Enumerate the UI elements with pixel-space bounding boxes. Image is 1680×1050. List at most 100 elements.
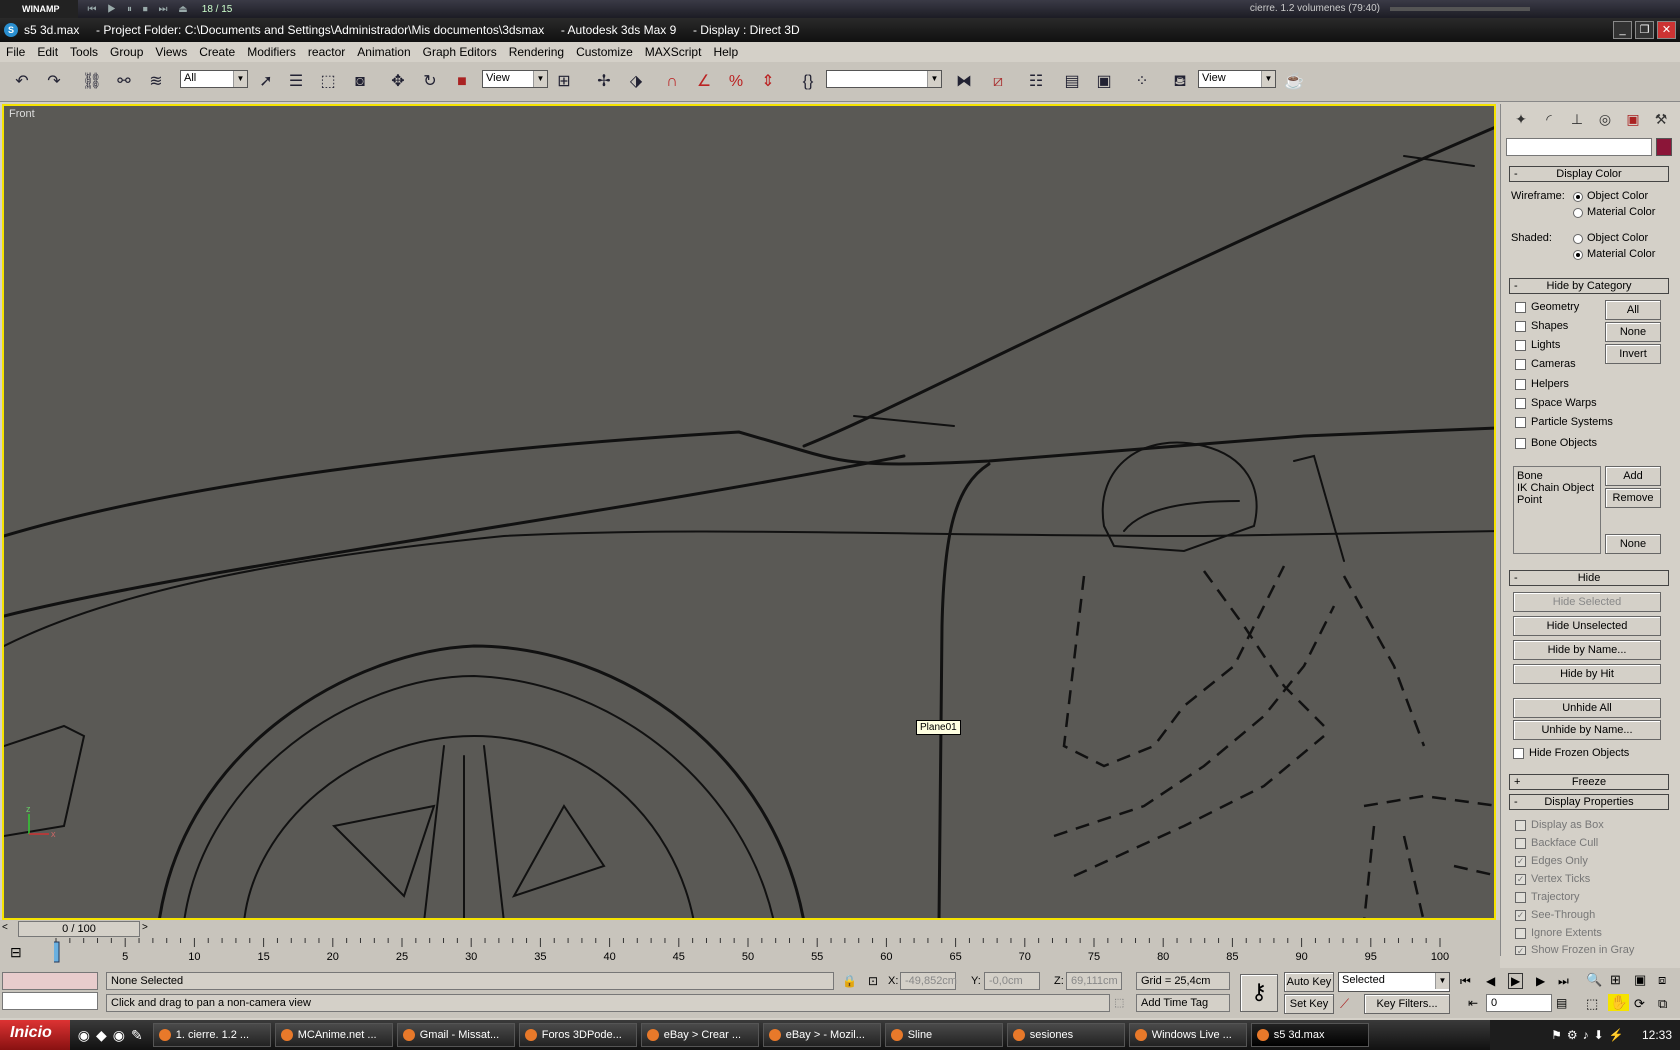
set-key-button[interactable]: Set Key: [1284, 994, 1334, 1014]
quick-render-teapot-icon[interactable]: ☕: [1282, 70, 1306, 94]
region-zoom-icon[interactable]: ⬚: [1586, 996, 1598, 1012]
object-color-swatch[interactable]: [1656, 138, 1672, 156]
hide-by-category-rollout[interactable]: - Hide by Category: [1509, 278, 1669, 294]
category-list[interactable]: Bone IK Chain Object Point: [1513, 466, 1601, 554]
menu-customize[interactable]: Customize: [570, 45, 639, 59]
hierarchy-tab-icon[interactable]: ⊥: [1565, 108, 1589, 130]
frame-ruler[interactable]: 0510152025303540455055606570758085909510…: [54, 938, 1494, 968]
select-by-name-icon[interactable]: ☰: [284, 70, 308, 94]
trajectory-checkbox[interactable]: [1515, 892, 1526, 903]
menu-maxscript[interactable]: MAXScript: [639, 45, 708, 59]
menu-tools[interactable]: Tools: [64, 45, 104, 59]
motion-tab-icon[interactable]: ◎: [1593, 108, 1617, 130]
list-item[interactable]: IK Chain Object: [1517, 482, 1597, 494]
hide-frozen-checkbox[interactable]: [1513, 748, 1524, 759]
taskbar-item[interactable]: MCAnime.net ...: [274, 1023, 393, 1047]
select-and-rotate-icon[interactable]: ↻: [418, 70, 442, 94]
zoom-extents-all-icon[interactable]: ⧈: [1658, 972, 1666, 988]
material-editor-icon[interactable]: ⁘: [1130, 70, 1154, 94]
taskbar-item-active[interactable]: s5 3d.max: [1250, 1023, 1369, 1047]
slider-next-icon[interactable]: >: [142, 922, 154, 936]
menu-file[interactable]: File: [0, 45, 31, 59]
shapes-checkbox[interactable]: [1515, 321, 1526, 332]
none-list-button[interactable]: None: [1605, 534, 1661, 554]
winamp-seek-bar[interactable]: [1390, 7, 1530, 11]
space-warps-checkbox[interactable]: [1515, 398, 1526, 409]
menu-reactor[interactable]: reactor: [302, 45, 351, 59]
go-to-end-icon[interactable]: ⏭: [1558, 974, 1569, 989]
unlink-icon[interactable]: ⚯: [112, 70, 136, 94]
angle-snap-icon[interactable]: ∠: [692, 70, 716, 94]
taskbar-item[interactable]: Windows Live ...: [1128, 1023, 1247, 1047]
display-as-box-checkbox[interactable]: [1515, 820, 1526, 831]
all-button[interactable]: All: [1605, 300, 1661, 320]
maximize-viewport-icon[interactable]: ⧉: [1658, 996, 1667, 1012]
close-button[interactable]: ✕: [1657, 21, 1676, 39]
lights-checkbox[interactable]: [1515, 340, 1526, 351]
ignore-extents-checkbox[interactable]: [1515, 928, 1526, 939]
minimize-button[interactable]: _: [1613, 21, 1632, 39]
undo-icon[interactable]: ↶: [10, 70, 34, 94]
render-view-dropdown[interactable]: View ▼: [1198, 70, 1276, 88]
edges-only-checkbox[interactable]: ✓: [1515, 856, 1526, 867]
next-frame-icon[interactable]: ▶: [1536, 974, 1545, 988]
object-name-field[interactable]: [1506, 138, 1652, 156]
hide-selected-button[interactable]: Hide Selected: [1513, 592, 1661, 612]
modify-tab-icon[interactable]: ◜: [1537, 108, 1561, 130]
edit-named-selection-icon[interactable]: {}: [796, 70, 820, 94]
menu-create[interactable]: Create: [193, 45, 241, 59]
add-button[interactable]: Add: [1605, 466, 1661, 486]
create-tab-icon[interactable]: ✦: [1509, 108, 1533, 130]
align-icon[interactable]: ⧄: [986, 70, 1010, 94]
pan-hand-icon[interactable]: ✋: [1608, 994, 1630, 1011]
menu-edit[interactable]: Edit: [31, 45, 64, 59]
key-filters-button[interactable]: Key Filters...: [1364, 994, 1450, 1014]
select-and-move-icon[interactable]: ✥: [386, 70, 410, 94]
tray-icons[interactable]: ⚑⚙♪⬇⚡: [1551, 1028, 1629, 1042]
x-coordinate-field[interactable]: -49,852cm: [900, 972, 957, 990]
unhide-by-name-button[interactable]: Unhide by Name...: [1513, 720, 1661, 740]
spinner-snap-icon[interactable]: ⇕: [756, 70, 780, 94]
schematic-view-icon[interactable]: ▣: [1092, 70, 1116, 94]
taskbar-item[interactable]: 1. cierre. 1.2 ...: [152, 1023, 271, 1047]
list-item[interactable]: Point: [1517, 494, 1597, 506]
selection-lock-icon[interactable]: 🔒: [842, 974, 857, 988]
play-icon[interactable]: ▶: [1508, 973, 1524, 989]
bind-space-warp-icon[interactable]: ≋: [144, 70, 168, 94]
list-item[interactable]: Bone: [1517, 470, 1597, 482]
pivot-center-icon[interactable]: ⊞: [552, 70, 576, 94]
restore-button[interactable]: ❐: [1635, 21, 1654, 39]
layer-manager-icon[interactable]: ☷: [1024, 70, 1048, 94]
hide-by-name-button[interactable]: Hide by Name...: [1513, 640, 1661, 660]
zoom-all-icon[interactable]: ⊞: [1610, 972, 1621, 988]
snaps-toggle-icon[interactable]: ∩: [660, 70, 684, 94]
wireframe-material-color-radio[interactable]: [1573, 208, 1583, 218]
set-key-icon[interactable]: ⚷: [1240, 974, 1278, 1012]
bone-objects-checkbox[interactable]: [1515, 438, 1526, 449]
menu-animation[interactable]: Animation: [351, 45, 416, 59]
slider-prev-icon[interactable]: <: [2, 922, 14, 936]
freeze-rollout[interactable]: + Freeze: [1509, 774, 1669, 790]
select-object-icon[interactable]: ➚: [254, 70, 278, 94]
open-mini-curve-editor-icon[interactable]: ⊟: [10, 944, 22, 961]
menu-help[interactable]: Help: [707, 45, 744, 59]
menu-graph-editors[interactable]: Graph Editors: [417, 45, 503, 59]
hide-by-hit-button[interactable]: Hide by Hit: [1513, 664, 1661, 684]
default-tangent-icon[interactable]: ⟋: [1340, 996, 1349, 1012]
display-properties-rollout[interactable]: - Display Properties: [1509, 794, 1669, 810]
zoom-extents-icon[interactable]: ▣: [1634, 972, 1646, 988]
selection-filter-dropdown[interactable]: All ▼: [180, 70, 248, 88]
arc-rotate-icon[interactable]: ⟳: [1634, 996, 1645, 1012]
current-frame-marker[interactable]: [54, 941, 60, 963]
select-and-link-icon[interactable]: ⛓: [80, 70, 104, 94]
taskbar-item[interactable]: Sline: [884, 1023, 1003, 1047]
shaded-material-color-radio[interactable]: [1573, 250, 1583, 260]
display-tab-icon[interactable]: ▣: [1621, 108, 1645, 130]
hide-rollout[interactable]: - Hide: [1509, 570, 1669, 586]
y-coordinate-field[interactable]: -0,0cm: [984, 972, 1040, 990]
helpers-checkbox[interactable]: [1515, 379, 1526, 390]
add-time-tag-button[interactable]: Add Time Tag: [1136, 994, 1230, 1012]
track-bar[interactable]: ⊟ 05101520253035404550556065707580859095…: [0, 938, 1500, 968]
named-selection-dropdown[interactable]: ▼: [826, 70, 942, 88]
zoom-icon[interactable]: 🔍: [1586, 972, 1602, 988]
